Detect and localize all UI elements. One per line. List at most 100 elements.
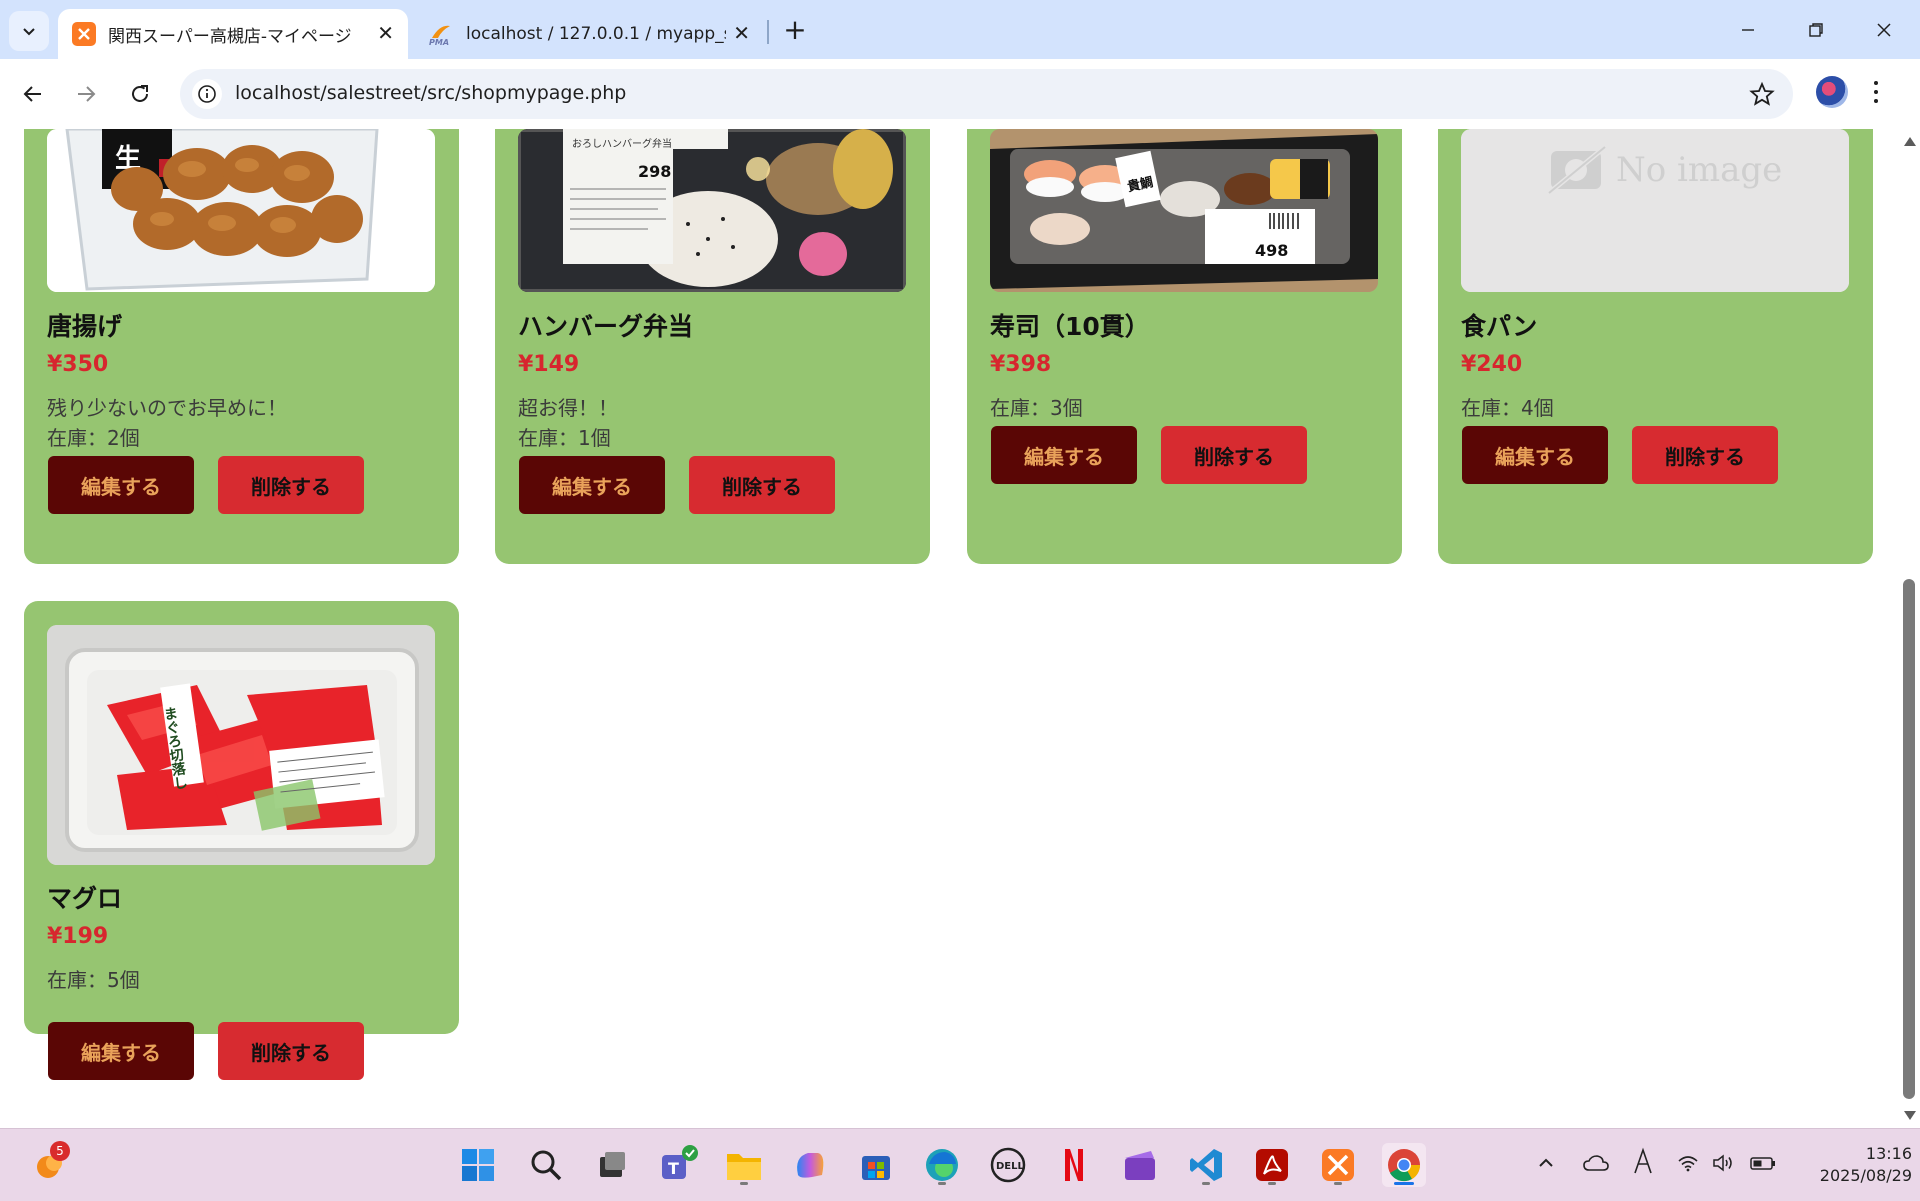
tab-divider — [767, 20, 769, 44]
edit-button[interactable]: 編集する — [48, 1022, 194, 1080]
battery-icon[interactable] — [1750, 1153, 1776, 1177]
running-indicator — [1268, 1182, 1276, 1185]
product-stock: 在庫：3個 — [990, 396, 1083, 420]
close-icon[interactable]: ✕ — [377, 21, 394, 45]
back-arrow-icon[interactable] — [13, 74, 53, 114]
store-icon[interactable] — [854, 1143, 898, 1187]
product-card: 貴鯛 498 寿司（10貫） ¥398 在庫：3個 編集する 削除する — [967, 129, 1402, 564]
weather-widget-icon[interactable]: 5 — [28, 1141, 72, 1187]
window-close-icon[interactable] — [1859, 10, 1909, 50]
product-price: ¥240 — [1461, 352, 1523, 377]
product-description: 残り少ないのでお早めに！ — [47, 396, 287, 420]
product-price: ¥350 — [47, 352, 109, 377]
page-scrollbar[interactable] — [1898, 129, 1920, 1128]
tab-title: localhost / 127.0.0.1 / myapp_su — [466, 24, 726, 44]
address-bar[interactable]: localhost/salestreet/src/shopmypage.php — [180, 69, 1793, 119]
product-image: 貴鯛 498 — [990, 129, 1378, 292]
product-name: 食パン — [1461, 312, 1538, 341]
product-image: おろしハンバーグ弁当 298 — [518, 129, 906, 292]
svg-text:498: 498 — [1255, 241, 1288, 260]
vscode-icon[interactable] — [1184, 1143, 1228, 1187]
product-card: 生 唐揚げ ¥350 残り少ないのでお早めに！ 在庫：2個 編集する 削除する — [24, 129, 459, 564]
file-explorer-icon[interactable] — [722, 1143, 766, 1187]
product-price: ¥199 — [47, 924, 109, 949]
product-name: ハンバーグ弁当 — [518, 312, 694, 341]
close-icon[interactable]: ✕ — [733, 21, 750, 45]
url-text[interactable]: localhost/salestreet/src/shopmypage.php — [235, 82, 626, 104]
product-price: ¥398 — [990, 352, 1052, 377]
search-icon[interactable] — [524, 1143, 568, 1187]
chevron-up-icon[interactable] — [1537, 1153, 1555, 1177]
delete-button[interactable]: 削除する — [689, 456, 835, 514]
product-image: 生 — [47, 129, 435, 292]
scrollbar-thumb[interactable] — [1903, 579, 1915, 1099]
more-menu-icon[interactable] — [1872, 81, 1880, 107]
product-card: おろしハンバーグ弁当 298 ハンバーグ弁当 ¥149 超お得！！ 在庫：1個 … — [495, 129, 930, 564]
site-info-icon[interactable] — [192, 79, 222, 109]
svg-text:298: 298 — [638, 162, 671, 181]
chrome-icon[interactable] — [1382, 1143, 1426, 1187]
browser-toolbar: localhost/salestreet/src/shopmypage.php — [0, 59, 1920, 129]
delete-button[interactable]: 削除する — [1632, 426, 1778, 484]
task-view-icon[interactable] — [590, 1143, 634, 1187]
no-image-placeholder: No image — [1461, 129, 1849, 292]
active-indicator — [1394, 1182, 1414, 1185]
bookmark-star-icon[interactable] — [1749, 81, 1775, 111]
edit-button[interactable]: 編集する — [48, 456, 194, 514]
edit-button[interactable]: 編集する — [519, 456, 665, 514]
product-price: ¥149 — [518, 352, 580, 377]
delete-button[interactable]: 削除する — [1161, 426, 1307, 484]
tab-search-button[interactable] — [9, 11, 49, 51]
product-name: マグロ — [47, 884, 123, 913]
edit-button[interactable]: 編集する — [1462, 426, 1608, 484]
running-indicator — [938, 1182, 946, 1185]
scroll-down-arrow-icon[interactable] — [1904, 1111, 1916, 1120]
product-name: 寿司（10貫） — [990, 312, 1150, 341]
delete-button[interactable]: 削除する — [218, 1022, 364, 1080]
browser-tab-bar: 関西スーパー高槻店-マイページ ✕ PMA localhost / 127.0.… — [0, 0, 1920, 59]
chevron-down-icon — [23, 28, 35, 36]
edit-button[interactable]: 編集する — [991, 426, 1137, 484]
wifi-icon[interactable] — [1677, 1153, 1699, 1177]
delete-button[interactable]: 削除する — [218, 456, 364, 514]
tab-mypage[interactable]: 関西スーパー高槻店-マイページ ✕ — [58, 9, 408, 59]
svg-text:DELL: DELL — [996, 1161, 1025, 1172]
running-indicator — [1334, 1182, 1342, 1185]
reload-icon[interactable] — [120, 74, 160, 114]
netflix-icon[interactable] — [1052, 1143, 1096, 1187]
running-indicator — [740, 1182, 748, 1185]
phpmyadmin-favicon-icon: PMA — [428, 22, 454, 47]
edge-icon[interactable] — [920, 1143, 964, 1187]
product-stock: 在庫：2個 — [47, 426, 140, 450]
start-icon[interactable] — [456, 1143, 500, 1187]
product-image: No image — [1461, 129, 1849, 292]
teams-icon[interactable]: T — [656, 1143, 700, 1187]
minimize-icon[interactable] — [1723, 10, 1773, 50]
product-image: まぐろ切落し — [47, 625, 435, 865]
product-stock: 在庫：5個 — [47, 968, 140, 992]
system-clock[interactable]: 13:16 2025/08/29 — [1812, 1143, 1912, 1187]
restore-icon[interactable] — [1791, 10, 1841, 50]
forward-arrow-icon[interactable] — [66, 74, 106, 114]
xampp-favicon-icon — [72, 22, 96, 46]
profile-avatar[interactable] — [1816, 76, 1848, 108]
svg-text:No image: No image — [1616, 150, 1782, 190]
windows-taskbar: 5 T DELL 13:16 2025/08/29 — [0, 1128, 1920, 1201]
product-description: 超お得！！ — [518, 396, 618, 420]
scroll-up-arrow-icon[interactable] — [1904, 137, 1916, 146]
page-viewport: 生 唐揚げ ¥350 残り少ないのでお早めに！ 在庫：2個 編集する 削除する — [0, 129, 1920, 1128]
copilot-icon[interactable] — [788, 1143, 832, 1187]
svg-text:おろしハンバーグ弁当: おろしハンバーグ弁当 — [572, 137, 672, 150]
product-card: No image 食パン ¥240 在庫：4個 編集する 削除する — [1438, 129, 1873, 564]
dell-icon[interactable]: DELL — [986, 1143, 1030, 1187]
ime-input-icon[interactable] — [1632, 1147, 1654, 1180]
svg-text:PMA: PMA — [429, 38, 449, 46]
new-tab-plus-icon[interactable]: + — [778, 12, 812, 46]
xampp-icon[interactable] — [1316, 1143, 1360, 1187]
acrobat-icon[interactable] — [1250, 1143, 1294, 1187]
clock-time: 13:16 — [1865, 1144, 1912, 1163]
volume-icon[interactable] — [1712, 1153, 1734, 1177]
onedrive-cloud-icon[interactable] — [1583, 1153, 1609, 1177]
tab-phpmyadmin[interactable]: PMA localhost / 127.0.0.1 / myapp_su ✕ — [414, 9, 764, 59]
clipchamp-icon[interactable] — [1118, 1143, 1162, 1187]
